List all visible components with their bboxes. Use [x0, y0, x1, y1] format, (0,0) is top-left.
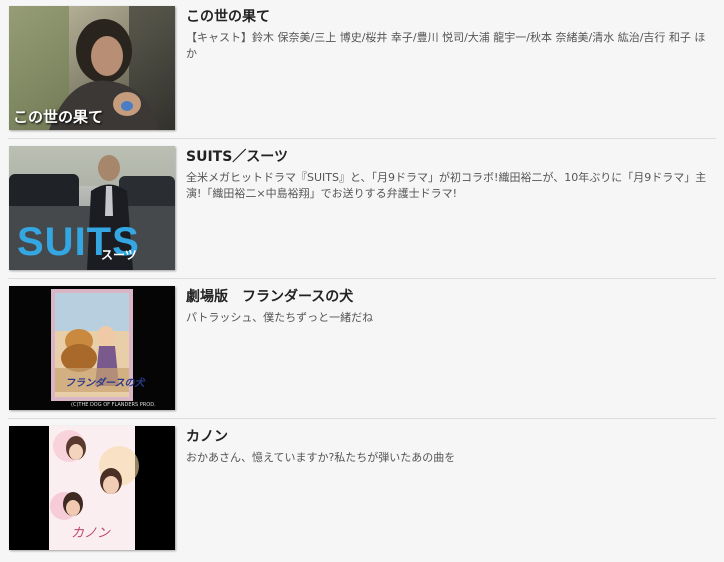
list-item[interactable]: カノン カノン おかあさん、憶えていますか?私たちが弾いたあの曲を: [0, 420, 724, 560]
list-item[interactable]: この世の果て この世の果て 【キャスト】鈴木 保奈美/三上 博史/桜井 幸子/豊…: [0, 0, 724, 140]
thumbnail-image: [9, 286, 175, 410]
item-description: 【キャスト】鈴木 保奈美/三上 博史/桜井 幸子/豊川 悦司/大浦 龍宇一/秋本…: [186, 31, 706, 60]
item-title[interactable]: 劇場版 フランダースの犬: [186, 286, 353, 306]
item-title[interactable]: この世の果て: [186, 6, 270, 26]
divider: [8, 418, 716, 419]
thumbnail-flanders[interactable]: フランダースの犬 (C)THE DOG OF FLANDERS PROD.: [9, 286, 175, 410]
thumbnail-caption: カノン: [71, 526, 111, 541]
thumbnail-kono-yo-no-hate[interactable]: この世の果て: [9, 6, 175, 130]
thumbnail-caption: フランダースの犬: [65, 378, 145, 389]
item-description: パトラッシュ、僕たちずっと一緒だね: [186, 311, 374, 324]
thumbnail-suits[interactable]: SUITS スーツ: [9, 146, 175, 270]
thumbnail-credit: (C)THE DOG OF FLANDERS PROD.: [71, 402, 156, 408]
title-list: この世の果て この世の果て 【キャスト】鈴木 保奈美/三上 博史/桜井 幸子/豊…: [0, 0, 724, 562]
thumbnail-caption: この世の果て: [13, 108, 104, 126]
divider: [8, 138, 716, 139]
list-item[interactable]: フランダースの犬 (C)THE DOG OF FLANDERS PROD. 劇場…: [0, 280, 724, 420]
item-title[interactable]: カノン: [186, 426, 228, 446]
item-description: 全米メガヒットドラマ『SUITS』と、「月9ドラマ」が初コラボ!織田裕二が、10…: [186, 171, 707, 200]
item-description: おかあさん、憶えていますか?私たちが弾いたあの曲を: [186, 451, 456, 464]
item-title[interactable]: SUITS／スーツ: [186, 146, 288, 166]
thumbnail-kanon[interactable]: カノン: [9, 426, 175, 550]
divider: [8, 278, 716, 279]
thumbnail-logo-subtitle: スーツ: [101, 248, 137, 262]
list-item[interactable]: SUITS スーツ SUITS／スーツ 全米メガヒットドラマ『SUITS』と、「…: [0, 140, 724, 280]
